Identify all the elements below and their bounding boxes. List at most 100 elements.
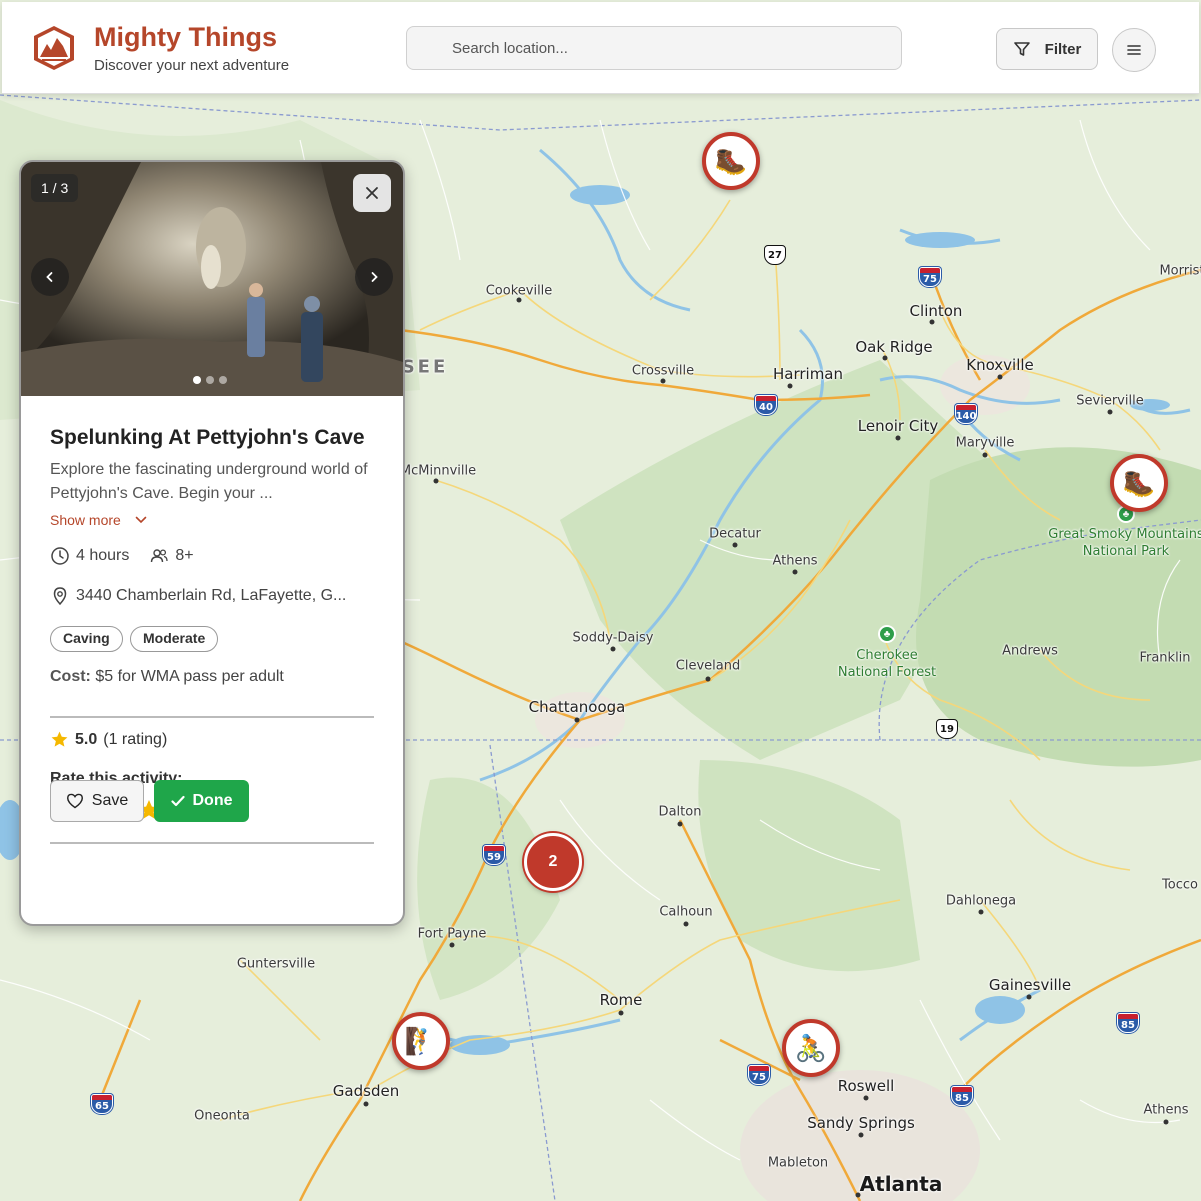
city-dot: [882, 355, 888, 361]
pagination-dot[interactable]: [206, 376, 214, 384]
city-dot: [574, 717, 580, 723]
city-dot: [449, 942, 455, 948]
mountain-logo-icon: [34, 26, 74, 70]
cave-photo-image: [21, 162, 403, 396]
location-pin-icon: [53, 587, 67, 606]
city-label: Sevierville: [1076, 393, 1144, 409]
photo-pagination-dots: [193, 376, 227, 384]
city-label: Gadsden: [332, 1082, 400, 1100]
activity-photo: 1 / 3: [21, 162, 403, 396]
brand-subtitle: Discover your next adventure: [94, 57, 290, 74]
city-dot: [610, 646, 616, 652]
menu-button[interactable]: [1112, 28, 1156, 72]
next-photo-button[interactable]: [355, 258, 393, 296]
activity-title: Spelunking At Pettyjohn's Cave: [50, 426, 365, 449]
city-label: Crossville: [631, 363, 695, 379]
map-state-label: SEE: [401, 356, 449, 378]
city-dot: [683, 921, 689, 927]
interstate-shield: 85: [1117, 1013, 1139, 1033]
previous-photo-button[interactable]: [31, 258, 69, 296]
pagination-dot[interactable]: [219, 376, 227, 384]
hiking-boot-icon: 🥾: [1122, 467, 1156, 498]
interstate-shield: 140: [955, 404, 977, 424]
activity-meta-row: 4 hours 8+: [50, 546, 194, 566]
clock-icon: [51, 547, 69, 565]
city-dot: [1107, 409, 1113, 415]
city-dot: [863, 1095, 869, 1101]
save-button[interactable]: Save: [50, 780, 144, 822]
city-label: Mableton: [767, 1155, 829, 1171]
interstate-shield: 85: [951, 1086, 973, 1106]
city-dot: [705, 676, 711, 682]
city-label: Oneonta: [194, 1108, 250, 1124]
photo-counter: 1 / 3: [31, 174, 79, 202]
city-label: Decatur: [709, 526, 761, 542]
app-header: Mighty Things Discover your next adventu…: [2, 2, 1199, 94]
activity-group-size: 8+: [175, 547, 194, 564]
pagination-dot[interactable]: [193, 376, 201, 384]
close-button[interactable]: [353, 174, 391, 212]
park-tree-icon: ♣: [878, 625, 896, 643]
city-dot: [929, 319, 935, 325]
done-button[interactable]: Done: [154, 780, 249, 822]
city-dot: [895, 435, 901, 441]
park-label: Cherokee National Forest: [837, 648, 937, 680]
star-filled-icon: [51, 731, 68, 747]
city-label: Calhoun: [659, 904, 713, 920]
tag-chip[interactable]: Moderate: [130, 626, 219, 652]
city-label: Roswell: [837, 1077, 895, 1095]
checkmark-icon: [170, 795, 185, 807]
city-label: Lenoir City: [857, 417, 939, 435]
city-label: Andrews: [1002, 643, 1058, 659]
marker-cluster[interactable]: 2: [524, 833, 582, 891]
city-label: Tocco: [1162, 877, 1198, 893]
close-icon: [366, 187, 378, 199]
activity-marker-hiking[interactable]: 🥾: [1110, 454, 1168, 512]
city-label: Fort Payne: [417, 926, 487, 942]
activity-marker-climbing[interactable]: 🧗: [392, 1012, 450, 1070]
city-label: Soddy-Daisy: [572, 630, 654, 646]
us-route-shield: 27: [764, 245, 786, 265]
show-more-toggle[interactable]: Show more: [50, 512, 147, 528]
tag-chip[interactable]: Caving: [50, 626, 123, 652]
chevron-left-icon: [46, 272, 53, 282]
city-dot: [858, 1132, 864, 1138]
climbing-icon: 🧗: [404, 1025, 438, 1056]
brand-title: Mighty Things: [94, 22, 277, 52]
interstate-shield: 75: [919, 267, 941, 287]
cost-value: $5 for WMA pass per adult: [95, 668, 284, 685]
cluster-count: 2: [548, 853, 558, 870]
city-label: Franklin: [1139, 650, 1191, 666]
city-label: Knoxville: [966, 356, 1034, 374]
divider: [50, 716, 374, 718]
city-dot: [433, 478, 439, 484]
city-dot: [792, 569, 798, 575]
city-dot: [978, 909, 984, 915]
city-label: Harriman: [772, 365, 844, 383]
city-dot: [1163, 1119, 1169, 1125]
activity-marker-cycling[interactable]: 🚴: [782, 1019, 840, 1077]
filter-button[interactable]: Filter: [996, 28, 1098, 70]
city-dot: [618, 1010, 624, 1016]
group-users-icon: [151, 549, 169, 563]
city-dot: [660, 378, 666, 384]
activity-duration: 4 hours: [76, 547, 130, 564]
activity-detail-card: 1 / 3 Spelunking At Pettyjohn's Cave Exp…: [19, 160, 405, 926]
chevron-down-icon: [135, 516, 147, 524]
activity-description: Explore the fascinating underground worl…: [50, 461, 368, 502]
city-label: Chattanooga: [528, 698, 626, 716]
activity-marker-hiking[interactable]: 🥾: [702, 132, 760, 190]
heart-icon: [66, 793, 83, 809]
city-label: Atlanta: [859, 1172, 943, 1196]
activity-cost: Cost: $5 for WMA pass per adult: [50, 668, 284, 686]
hamburger-menu-icon: [1127, 45, 1141, 55]
search-input[interactable]: [406, 26, 902, 70]
city-label: Gainesville: [988, 976, 1072, 994]
city-label: Morrist: [1159, 263, 1201, 279]
interstate-shield: 59: [483, 845, 505, 865]
city-label: Athens: [1143, 1102, 1189, 1118]
city-label: Sandy Springs: [807, 1114, 915, 1132]
show-more-label: Show more: [50, 512, 121, 528]
city-label: Maryville: [955, 435, 1015, 451]
city-label: McMinnville: [399, 463, 477, 479]
